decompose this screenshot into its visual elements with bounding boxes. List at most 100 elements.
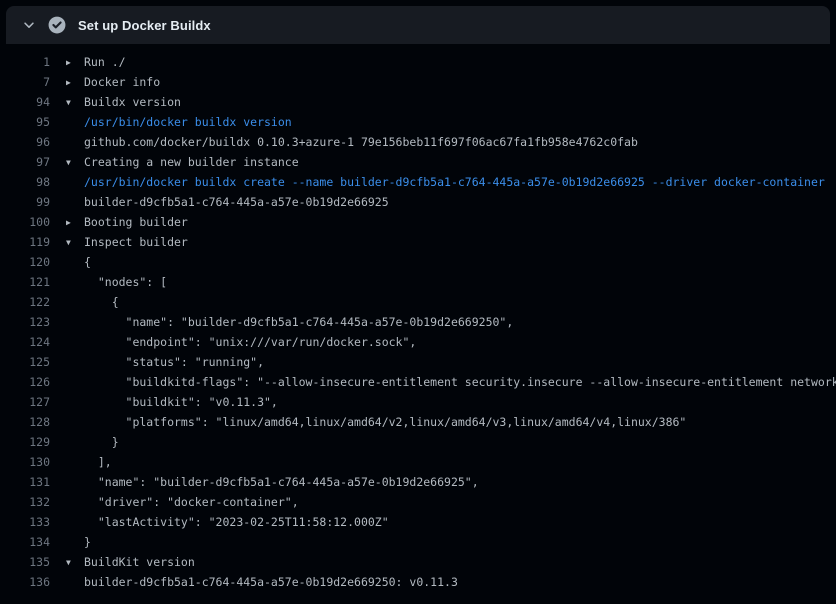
log-line: 97 ▼Creating a new builder instance: [0, 152, 836, 172]
log-group-label: Buildx version: [84, 95, 181, 109]
log-line: 123 "name": "builder-d9cfb5a1-c764-445a-…: [0, 312, 836, 332]
line-number[interactable]: 123: [0, 312, 50, 332]
line-number[interactable]: 95: [0, 112, 50, 132]
log-line: 122 {: [0, 292, 836, 312]
log-group-header[interactable]: ▼Buildx version: [66, 92, 181, 112]
line-number[interactable]: 134: [0, 532, 50, 552]
log-line: 126 "buildkitd-flags": "--allow-insecure…: [0, 372, 836, 392]
line-number[interactable]: 132: [0, 492, 50, 512]
triangle-down-icon: ▼: [66, 553, 84, 572]
log-line: 98/usr/bin/docker buildx create --name b…: [0, 172, 836, 192]
log-line: 128 "platforms": "linux/amd64,linux/amd6…: [0, 412, 836, 432]
line-number[interactable]: 96: [0, 132, 50, 152]
line-number[interactable]: 130: [0, 452, 50, 472]
log-group-header[interactable]: ▼Creating a new builder instance: [66, 152, 299, 172]
line-number[interactable]: 127: [0, 392, 50, 412]
triangle-right-icon: ▶: [66, 213, 84, 232]
log-line: 135 ▼BuildKit version: [0, 552, 836, 572]
line-number[interactable]: 94: [0, 92, 50, 112]
line-number[interactable]: 97: [0, 152, 50, 172]
log-text: "driver": "docker-container",: [66, 492, 299, 512]
log-line: 7 ▶Docker info: [0, 72, 836, 92]
log-group-label: Inspect builder: [84, 235, 188, 249]
log-line: 99 builder-d9cfb5a1-c764-445a-a57e-0b19d2…: [0, 192, 836, 212]
line-number[interactable]: 136: [0, 572, 50, 592]
line-number[interactable]: 98: [0, 172, 50, 192]
step-title: Set up Docker Buildx: [78, 18, 211, 33]
line-number[interactable]: 135: [0, 552, 50, 572]
triangle-right-icon: ▶: [66, 53, 84, 72]
log-text: "buildkitd-flags": "--allow-insecure-ent…: [66, 372, 836, 392]
log-group-label: Run ./: [84, 55, 126, 69]
chevron-down-icon[interactable]: [18, 14, 40, 36]
log-group-header[interactable]: ▶Booting builder: [66, 212, 188, 232]
log-line: 121 "nodes": [: [0, 272, 836, 292]
log-text: "name": "builder-d9cfb5a1-c764-445a-a57e…: [66, 312, 513, 332]
log-text: "buildkit": "v0.11.3",: [66, 392, 278, 412]
line-number[interactable]: 99: [0, 192, 50, 212]
log-text: "lastActivity": "2023-02-25T11:58:12.000…: [66, 512, 389, 532]
log-text: github.com/docker/buildx 0.10.3+azure-1 …: [66, 132, 638, 152]
log-line: 1 ▶Run ./: [0, 52, 836, 72]
log-command-text: /usr/bin/docker buildx version: [66, 112, 292, 132]
log-text: "endpoint": "unix:///var/run/docker.sock…: [66, 332, 416, 352]
log-command-text: /usr/bin/docker buildx create --name bui…: [66, 172, 825, 192]
log-group-label: BuildKit version: [84, 555, 195, 569]
line-number[interactable]: 125: [0, 352, 50, 372]
line-number[interactable]: 122: [0, 292, 50, 312]
log-group-header[interactable]: ▶Run ./: [66, 52, 126, 72]
log-line: 124 "endpoint": "unix:///var/run/docker.…: [0, 332, 836, 352]
log-text: "platforms": "linux/amd64,linux/amd64/v2…: [66, 412, 686, 432]
log-text: "status": "running",: [66, 352, 264, 372]
log-group-header[interactable]: ▼BuildKit version: [66, 552, 195, 572]
log-group-label: Docker info: [84, 75, 160, 89]
log-line: 127 "buildkit": "v0.11.3",: [0, 392, 836, 412]
log-line: 120 {: [0, 252, 836, 272]
log-line: 131 "name": "builder-d9cfb5a1-c764-445a-…: [0, 472, 836, 492]
log-line: 129 }: [0, 432, 836, 452]
line-number[interactable]: 119: [0, 232, 50, 252]
line-number[interactable]: 131: [0, 472, 50, 492]
line-number[interactable]: 133: [0, 512, 50, 532]
line-number[interactable]: 128: [0, 412, 50, 432]
log-group-label: Creating a new builder instance: [84, 155, 299, 169]
log-group-header[interactable]: ▼Inspect builder: [66, 232, 188, 252]
log-text: builder-d9cfb5a1-c764-445a-a57e-0b19d2e6…: [66, 192, 389, 212]
log-line: 96 github.com/docker/buildx 0.10.3+azure-…: [0, 132, 836, 152]
triangle-down-icon: ▼: [66, 153, 84, 172]
log-line: 133 "lastActivity": "2023-02-25T11:58:12…: [0, 512, 836, 532]
step-header[interactable]: Set up Docker Buildx: [6, 6, 830, 44]
line-number[interactable]: 124: [0, 332, 50, 352]
log-line: 125 "status": "running",: [0, 352, 836, 372]
log-text: "name": "builder-d9cfb5a1-c764-445a-a57e…: [66, 472, 479, 492]
line-number[interactable]: 100: [0, 212, 50, 232]
line-number[interactable]: 120: [0, 252, 50, 272]
check-circle-icon: [48, 16, 66, 34]
log-text: {: [66, 292, 119, 312]
log-line: 119 ▼Inspect builder: [0, 232, 836, 252]
log-text: "nodes": [: [66, 272, 167, 292]
line-number[interactable]: 1: [0, 52, 50, 72]
log-line: 95/usr/bin/docker buildx version: [0, 112, 836, 132]
log-text: }: [66, 432, 119, 452]
log-group-header[interactable]: ▶Docker info: [66, 72, 160, 92]
log-line: 94 ▼Buildx version: [0, 92, 836, 112]
log-line: 130 ],: [0, 452, 836, 472]
log-line: 136 builder-d9cfb5a1-c764-445a-a57e-0b19d…: [0, 572, 836, 592]
log-text: ],: [66, 452, 112, 472]
triangle-down-icon: ▼: [66, 233, 84, 252]
log-body: 1▶Run ./7▶Docker info94▼Buildx version95…: [0, 44, 836, 592]
log-text: {: [66, 252, 91, 272]
line-number[interactable]: 129: [0, 432, 50, 452]
log-text: builder-d9cfb5a1-c764-445a-a57e-0b19d2e6…: [66, 572, 458, 592]
triangle-right-icon: ▶: [66, 73, 84, 92]
triangle-down-icon: ▼: [66, 93, 84, 112]
line-number[interactable]: 7: [0, 72, 50, 92]
log-line: 100 ▶Booting builder: [0, 212, 836, 232]
line-number[interactable]: 126: [0, 372, 50, 392]
log-group-label: Booting builder: [84, 215, 188, 229]
log-line: 134}: [0, 532, 836, 552]
line-number[interactable]: 121: [0, 272, 50, 292]
log-line: 132 "driver": "docker-container",: [0, 492, 836, 512]
log-text: }: [66, 532, 91, 552]
